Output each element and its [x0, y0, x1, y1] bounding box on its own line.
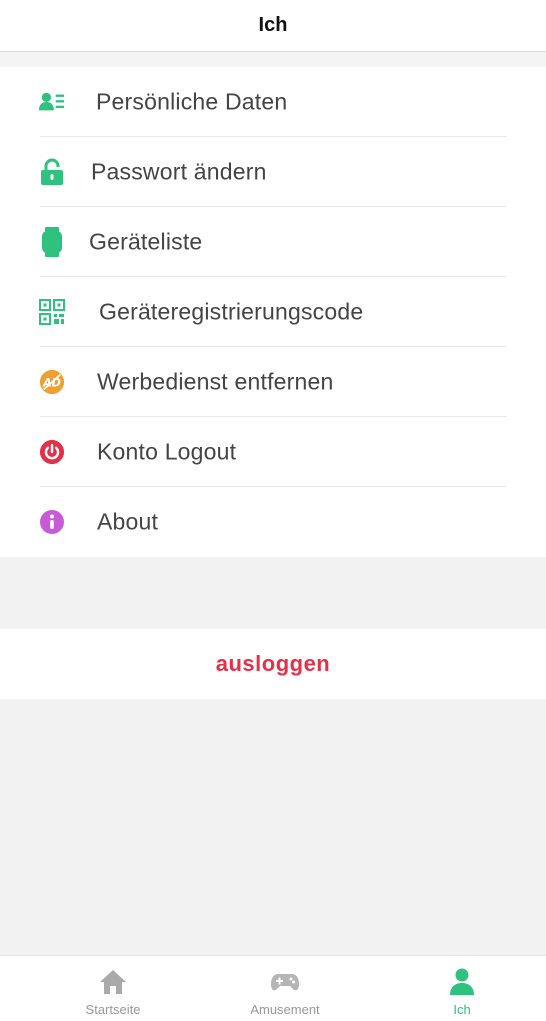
tab-label: Amusement: [250, 1002, 320, 1017]
menu-item-label: Geräteregistrierungscode: [99, 298, 364, 325]
menu-item-label: Konto Logout: [97, 438, 237, 465]
info-icon: [39, 509, 65, 535]
menu-item-label: Werbedienst entfernen: [97, 368, 334, 395]
menu-item-account-logout[interactable]: Konto Logout: [0, 417, 546, 487]
tab-startseite[interactable]: Startseite: [43, 956, 183, 1021]
tab-label: Ich: [453, 1002, 471, 1017]
no-ads-icon: AD: [39, 369, 65, 395]
menu-item-personal-data[interactable]: Persönliche Daten: [0, 67, 546, 137]
qr-code-icon: [39, 299, 65, 325]
bottom-tab-bar: Startseite Amusement Ich: [0, 955, 546, 1021]
menu-item-change-password[interactable]: Passwort ändern: [0, 137, 546, 207]
menu-item-registration-code[interactable]: Geräteregistrierungscode: [0, 277, 546, 347]
menu-item-label: Persönliche Daten: [96, 88, 288, 115]
menu-item-label: Passwort ändern: [91, 158, 267, 185]
top-bar: Ich: [0, 0, 546, 52]
person-icon: [447, 968, 477, 996]
watch-icon: [39, 227, 65, 257]
page-title: Ich: [258, 14, 288, 36]
lock-icon: [39, 158, 65, 185]
tab-label: Startseite: [85, 1002, 141, 1017]
logout-label: ausloggen: [215, 651, 331, 676]
contact-card-icon: [39, 89, 65, 115]
tab-amusement[interactable]: Amusement: [215, 956, 355, 1021]
top-spacer: [0, 53, 546, 67]
menu-item-device-list[interactable]: Geräteliste: [0, 207, 546, 277]
tab-ich[interactable]: Ich: [392, 956, 532, 1021]
menu-item-label: About: [97, 508, 159, 535]
home-icon: [98, 968, 128, 996]
power-icon: [39, 439, 65, 465]
menu-item-about[interactable]: About: [0, 487, 546, 557]
menu-item-remove-ads[interactable]: AD Werbedienst entfernen: [0, 347, 546, 417]
logout-button[interactable]: ausloggen: [0, 629, 546, 699]
menu-item-label: Geräteliste: [89, 228, 203, 255]
settings-menu: Persönliche Daten Passwort ändern Geräte…: [0, 67, 546, 557]
gamepad-icon: [270, 968, 300, 996]
